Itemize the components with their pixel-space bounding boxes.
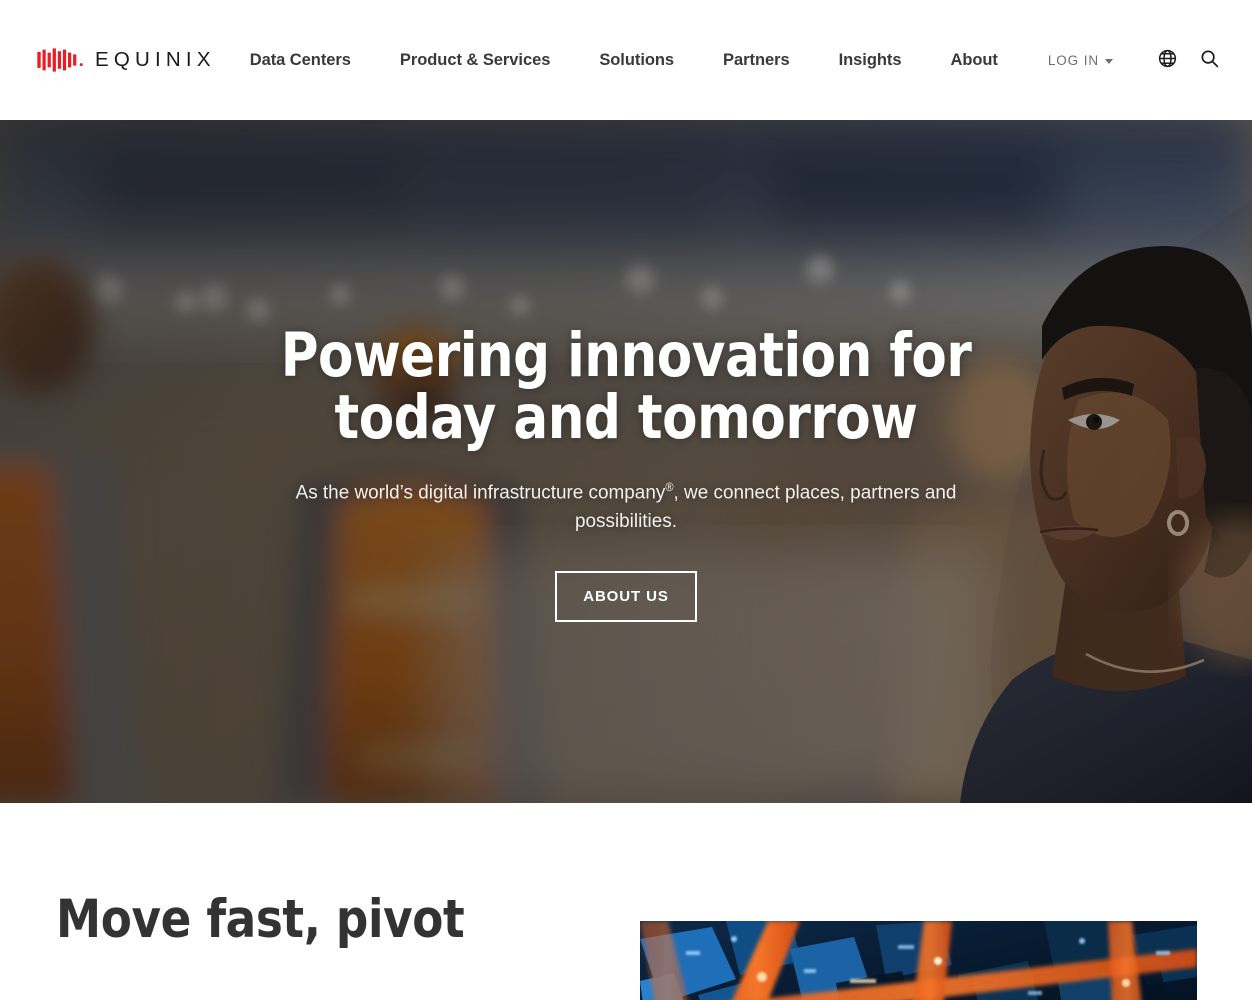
nav-item-about[interactable]: About <box>950 45 997 76</box>
registered-trademark-symbol: ® <box>665 482 674 494</box>
language-selector-button[interactable] <box>1154 47 1180 73</box>
hero-subtitle: As the world’s digital infrastructure co… <box>257 474 994 536</box>
equinix-bars-logo-icon <box>36 47 86 73</box>
equinix-wordmark: EQUINIX <box>95 48 216 71</box>
site-header: EQUINIX Data Centers Product & Services … <box>0 0 1252 120</box>
nav-item-solutions[interactable]: Solutions <box>599 45 674 76</box>
section-media-image <box>640 921 1197 1000</box>
nav-item-partners[interactable]: Partners <box>723 45 790 76</box>
nav-item-insights[interactable]: Insights <box>839 45 902 76</box>
hero-subtitle-lead: As the world’s digital infrastructure co… <box>295 481 666 504</box>
login-label: LOG IN <box>1047 52 1099 68</box>
header-utilities: LOG IN <box>1048 0 1222 120</box>
hero-title: Powering innovation for today and tomorr… <box>280 320 972 453</box>
equinix-logo-link[interactable]: EQUINIX <box>36 47 216 73</box>
section-heading: Move fast, pivot <box>56 889 465 950</box>
chevron-down-icon <box>1105 58 1113 64</box>
search-button[interactable] <box>1196 47 1222 73</box>
globe-icon <box>1157 48 1178 72</box>
below-fold-section: Move fast, pivot <box>0 803 1252 1000</box>
primary-navigation: Data Centers Product & Services Solution… <box>250 45 998 76</box>
about-us-button[interactable]: ABOUT US <box>555 570 697 622</box>
login-dropdown[interactable]: LOG IN <box>1048 53 1113 68</box>
hero-banner: Powering innovation for today and tomorr… <box>0 120 1252 803</box>
search-icon <box>1199 48 1220 72</box>
nav-item-data-centers[interactable]: Data Centers <box>250 45 351 76</box>
nav-item-product-services[interactable]: Product & Services <box>400 45 550 76</box>
